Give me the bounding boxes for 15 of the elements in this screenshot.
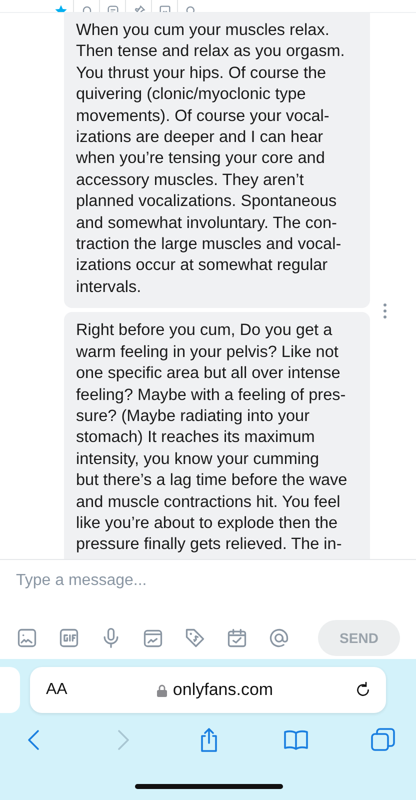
reload-icon[interactable] xyxy=(354,681,372,699)
price-tag-icon[interactable] xyxy=(184,627,206,649)
text-size-button[interactable]: AA xyxy=(46,681,76,699)
image-icon[interactable] xyxy=(16,627,38,649)
message-bubble: Right before you cum, Do you get a warm feeling in your pelvis? Like not one specific area but all over intense feeling? Maybe with a feeling of pres- sure? (Maybe radiating into your stomach) It reaches its maximum intensity, you know your cumming but there’s a lag time before the wave and muscle contractions hit. You feel like you’re about to explode then the pressure finally gets relieved. The in- xyxy=(64,312,370,559)
url-text: onlyfans.com xyxy=(172,680,274,700)
media-icon[interactable] xyxy=(142,627,164,649)
mention-icon[interactable] xyxy=(268,627,290,649)
calendar-icon[interactable] xyxy=(226,627,248,649)
gif-icon[interactable] xyxy=(58,627,80,649)
message-bubble: When you cum your muscles relax. Then tense and relax as you orgasm. You thrust your hips. Of course the quivering (clonic/myoclonic type movements). Of course your vocal- izations are deeper and I can hear when you’re tensing your core and accessory muscles. They aren’t planned vocalizations. Spontaneous and somewhat involuntary. The con- traction the large muscles and vocal- izations occur at somewhat regular intervals. xyxy=(64,13,370,308)
more-icon[interactable] xyxy=(382,303,388,319)
address-bar[interactable]: AA onlyfans.com xyxy=(30,667,386,713)
lock-icon xyxy=(156,684,167,696)
tabs-icon[interactable] xyxy=(370,727,396,753)
